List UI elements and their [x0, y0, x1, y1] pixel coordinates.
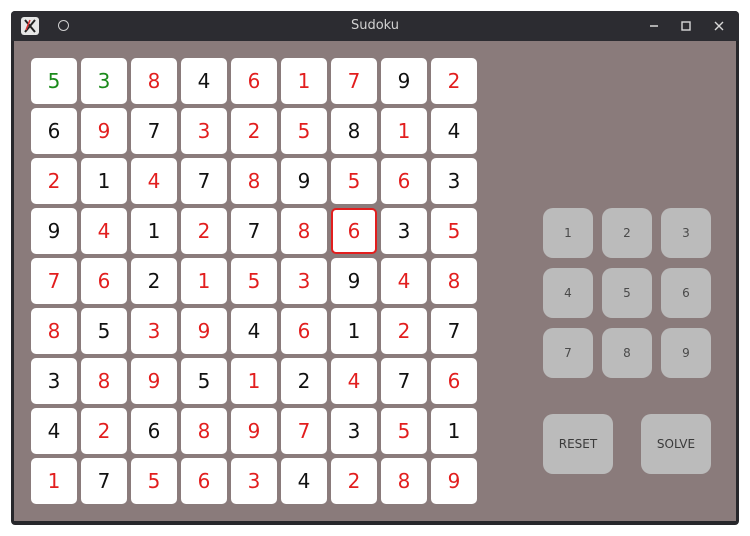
app-window: Sudoku 538461792697325814214789563941278… — [11, 11, 739, 525]
sudoku-cell[interactable]: 1 — [231, 358, 277, 404]
sudoku-cell[interactable]: 4 — [131, 158, 177, 204]
sudoku-cell[interactable]: 4 — [281, 458, 327, 504]
sudoku-cell[interactable]: 1 — [31, 458, 77, 504]
minimize-icon[interactable] — [644, 16, 664, 36]
sudoku-cell[interactable]: 5 — [131, 458, 177, 504]
sudoku-cell[interactable]: 1 — [131, 208, 177, 254]
sudoku-cell[interactable]: 3 — [281, 258, 327, 304]
sudoku-cell[interactable]: 5 — [81, 308, 127, 354]
sudoku-cell[interactable]: 6 — [231, 58, 277, 104]
sudoku-cell[interactable]: 7 — [181, 158, 227, 204]
sudoku-cell[interactable]: 7 — [431, 308, 477, 354]
sudoku-cell[interactable]: 7 — [281, 408, 327, 454]
sudoku-cell[interactable]: 3 — [131, 308, 177, 354]
sudoku-cell[interactable]: 7 — [331, 58, 377, 104]
window-title: Sudoku — [350, 18, 400, 33]
game-area: 5384617926973258142147895639412786357621… — [14, 41, 736, 521]
sudoku-cell[interactable]: 2 — [431, 58, 477, 104]
sudoku-cell[interactable]: 1 — [431, 408, 477, 454]
sudoku-cell[interactable]: 9 — [131, 358, 177, 404]
sudoku-cell[interactable]: 6 — [31, 108, 77, 154]
keypad-button-8[interactable]: 8 — [602, 328, 652, 378]
sudoku-cell[interactable]: 1 — [81, 158, 127, 204]
maximize-icon[interactable] — [676, 16, 696, 36]
sudoku-cell[interactable]: 5 — [231, 258, 277, 304]
sudoku-cell[interactable]: 2 — [81, 408, 127, 454]
sudoku-cell[interactable]: 6 — [81, 258, 127, 304]
sudoku-cell[interactable]: 8 — [131, 58, 177, 104]
sudoku-cell[interactable]: 3 — [31, 358, 77, 404]
sudoku-cell[interactable]: 7 — [231, 208, 277, 254]
sudoku-cell[interactable]: 6 — [431, 358, 477, 404]
sudoku-cell[interactable]: 6 — [281, 308, 327, 354]
sudoku-cell[interactable]: 4 — [381, 258, 427, 304]
sudoku-cell[interactable]: 9 — [381, 58, 427, 104]
sudoku-cell[interactable]: 9 — [31, 208, 77, 254]
sudoku-cell[interactable]: 9 — [231, 408, 277, 454]
sudoku-cell[interactable]: 6 — [131, 408, 177, 454]
sudoku-cell[interactable]: 2 — [31, 158, 77, 204]
sudoku-cell[interactable]: 9 — [281, 158, 327, 204]
sudoku-cell[interactable]: 5 — [181, 358, 227, 404]
sudoku-cell[interactable]: 4 — [31, 408, 77, 454]
sudoku-cell[interactable]: 3 — [381, 208, 427, 254]
sudoku-cell[interactable]: 3 — [431, 158, 477, 204]
keypad-button-3[interactable]: 3 — [661, 208, 711, 258]
sudoku-cell[interactable]: 1 — [181, 258, 227, 304]
keypad-button-4[interactable]: 4 — [543, 268, 593, 318]
sudoku-cell[interactable]: 8 — [331, 108, 377, 154]
solve-button[interactable]: SOLVE — [641, 414, 711, 474]
sudoku-cell[interactable]: 4 — [181, 58, 227, 104]
sudoku-cell[interactable]: 3 — [181, 108, 227, 154]
sudoku-cell[interactable]: 6 — [181, 458, 227, 504]
sudoku-cell[interactable]: 3 — [81, 58, 127, 104]
sudoku-cell[interactable]: 9 — [81, 108, 127, 154]
sudoku-cell[interactable]: 5 — [431, 208, 477, 254]
sudoku-cell[interactable]: 4 — [231, 308, 277, 354]
sudoku-cell[interactable]: 2 — [231, 108, 277, 154]
sudoku-cell[interactable]: 2 — [281, 358, 327, 404]
keypad-button-6[interactable]: 6 — [661, 268, 711, 318]
sudoku-cell[interactable]: 8 — [231, 158, 277, 204]
keypad-button-7[interactable]: 7 — [543, 328, 593, 378]
sudoku-cell[interactable]: 8 — [431, 258, 477, 304]
sudoku-cell[interactable]: 1 — [331, 308, 377, 354]
sudoku-cell[interactable]: 4 — [81, 208, 127, 254]
sudoku-cell[interactable]: 9 — [331, 258, 377, 304]
sudoku-cell[interactable]: 4 — [331, 358, 377, 404]
keypad-button-9[interactable]: 9 — [661, 328, 711, 378]
sudoku-cell[interactable]: 5 — [381, 408, 427, 454]
sudoku-cell[interactable]: 3 — [331, 408, 377, 454]
title-bar: Sudoku — [11, 11, 739, 41]
sudoku-cell[interactable]: 6 — [381, 158, 427, 204]
sudoku-cell[interactable]: 5 — [31, 58, 77, 104]
sudoku-cell[interactable]: 5 — [331, 158, 377, 204]
sudoku-cell[interactable]: 8 — [81, 358, 127, 404]
keypad-button-5[interactable]: 5 — [602, 268, 652, 318]
sudoku-cell[interactable]: 5 — [281, 108, 327, 154]
sudoku-cell[interactable]: 7 — [31, 258, 77, 304]
sudoku-cell[interactable]: 2 — [181, 208, 227, 254]
sudoku-cell[interactable]: 8 — [31, 308, 77, 354]
sudoku-cell[interactable]: 1 — [281, 58, 327, 104]
sudoku-cell[interactable]: 9 — [431, 458, 477, 504]
sudoku-cell[interactable]: 3 — [231, 458, 277, 504]
sudoku-cell[interactable]: 7 — [131, 108, 177, 154]
sudoku-cell[interactable]: 7 — [81, 458, 127, 504]
sudoku-cell[interactable]: 8 — [281, 208, 327, 254]
sudoku-cell[interactable]: 6 — [331, 208, 377, 254]
reset-button[interactable]: RESET — [543, 414, 613, 474]
keypad-button-2[interactable]: 2 — [602, 208, 652, 258]
sudoku-cell[interactable]: 2 — [381, 308, 427, 354]
sudoku-cell[interactable]: 8 — [381, 458, 427, 504]
sudoku-cell[interactable]: 7 — [381, 358, 427, 404]
keypad-button-1[interactable]: 1 — [543, 208, 593, 258]
sudoku-cell[interactable]: 2 — [331, 458, 377, 504]
sudoku-cell[interactable]: 2 — [131, 258, 177, 304]
sudoku-cell[interactable]: 9 — [181, 308, 227, 354]
sudoku-cell[interactable]: 4 — [431, 108, 477, 154]
close-icon[interactable] — [709, 16, 729, 36]
sudoku-cell[interactable]: 1 — [381, 108, 427, 154]
sudoku-cell[interactable]: 8 — [181, 408, 227, 454]
